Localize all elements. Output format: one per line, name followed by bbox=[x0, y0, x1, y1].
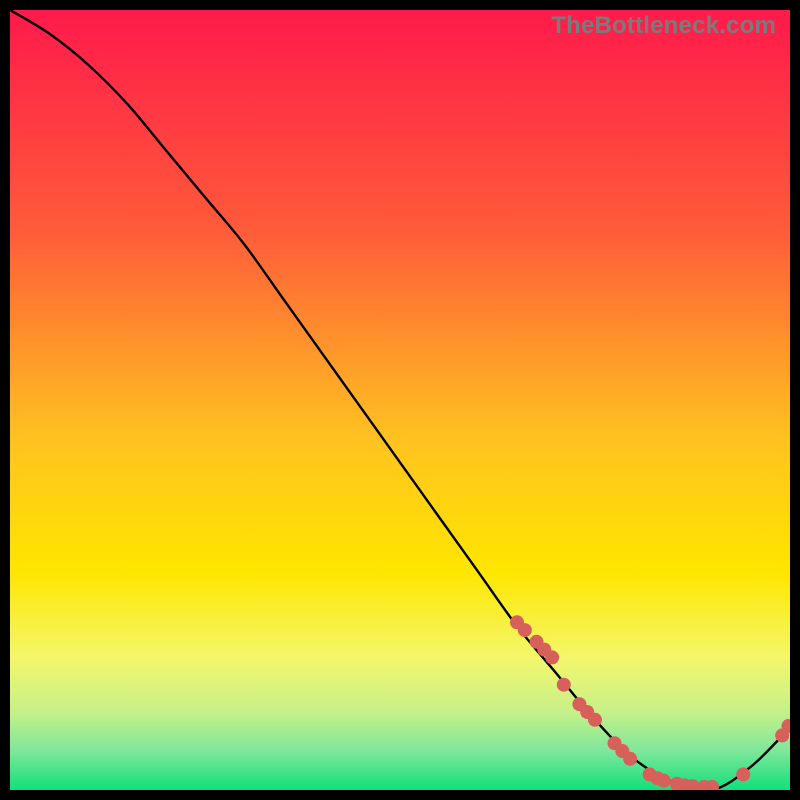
data-marker bbox=[736, 767, 750, 781]
data-marker bbox=[657, 774, 671, 788]
data-marker bbox=[518, 623, 532, 637]
data-marker bbox=[623, 752, 637, 766]
gradient-background bbox=[10, 10, 790, 790]
data-marker bbox=[588, 713, 602, 727]
data-marker bbox=[557, 678, 571, 692]
chart-frame: TheBottleneck.com bbox=[10, 10, 790, 790]
watermark-text: TheBottleneck.com bbox=[551, 12, 776, 40]
bottleneck-plot bbox=[10, 10, 790, 790]
data-marker bbox=[545, 650, 559, 664]
